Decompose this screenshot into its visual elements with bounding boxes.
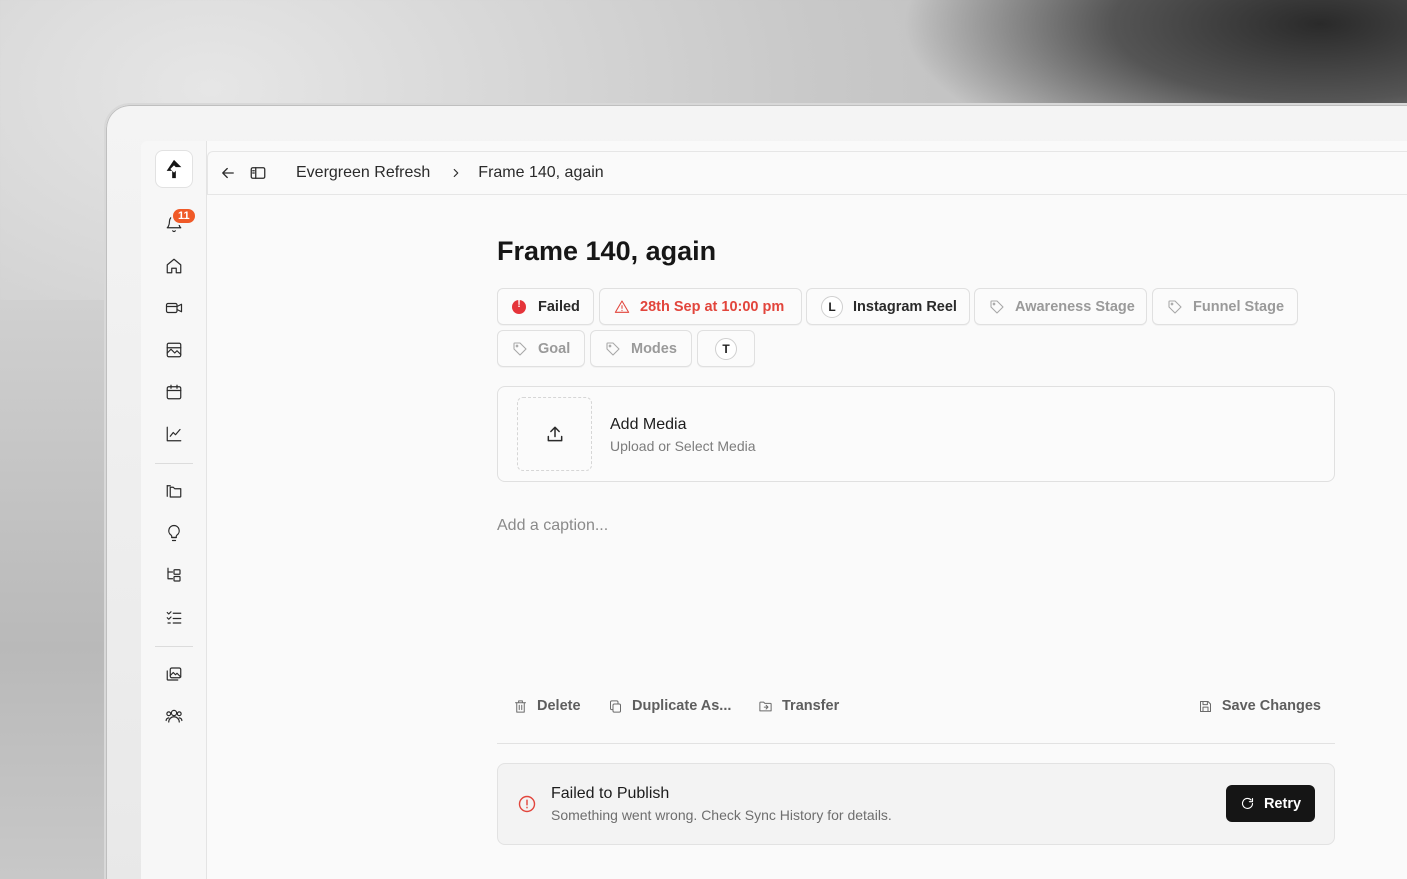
retry-button[interactable]: Retry xyxy=(1226,785,1315,822)
sidebar-toggle-icon xyxy=(250,167,266,179)
funnel-label: Funnel Stage xyxy=(1193,298,1285,315)
logo-icon xyxy=(166,159,182,179)
media-subtitle: Upload or Select Media xyxy=(610,438,756,454)
tag-icon xyxy=(606,341,620,356)
channel-avatar: L xyxy=(821,295,843,318)
sidebar-item-calendar[interactable] xyxy=(160,378,188,406)
sidebar-item-tasks[interactable] xyxy=(160,603,188,631)
error-circle-icon xyxy=(518,795,536,813)
hierarchy-icon xyxy=(167,567,181,582)
awareness-chip[interactable]: Awareness Stage xyxy=(974,288,1147,325)
chevron-right-icon xyxy=(453,168,459,178)
assignee-avatar: T xyxy=(715,337,737,360)
schedule-label: 28th Sep at 10:00 pm xyxy=(640,298,785,315)
upload-dropzone[interactable] xyxy=(517,397,592,471)
divider xyxy=(497,743,1335,744)
warning-icon xyxy=(614,299,630,313)
breadcrumb: Evergreen Refresh Frame 140, again xyxy=(296,164,604,182)
refresh-icon xyxy=(1241,797,1254,809)
caption-input[interactable] xyxy=(497,517,1335,657)
save-icon xyxy=(1199,700,1211,712)
tag-icon xyxy=(990,299,1004,314)
transfer-button[interactable]: Transfer xyxy=(758,691,839,721)
save-label: Save Changes xyxy=(1221,698,1321,714)
top-bar: Evergreen Refresh Frame 140, again xyxy=(207,151,1407,195)
app-window: 11 Evergreen Refresh Frame 140, again Fr… xyxy=(141,141,1407,879)
notification-badge: 11 xyxy=(171,207,197,225)
sidebar-item-analytics[interactable] xyxy=(160,420,188,448)
goal-chip[interactable]: Goal xyxy=(497,330,585,367)
goal-label: Goal xyxy=(538,340,571,357)
sidebar-item-home[interactable] xyxy=(160,252,188,280)
post-actions: Delete Duplicate As... Transfer Save Cha… xyxy=(497,691,1335,721)
app-logo[interactable] xyxy=(155,150,193,188)
sidebar-item-folders[interactable] xyxy=(160,477,188,505)
awareness-label: Awareness Stage xyxy=(1015,298,1135,315)
add-media-card[interactable]: Add Media Upload or Select Media xyxy=(497,386,1335,482)
checklist-icon xyxy=(166,611,182,624)
home-icon xyxy=(166,258,182,274)
breadcrumb-current: Frame 140, again xyxy=(478,164,604,181)
sidebar-item-gallery[interactable] xyxy=(160,660,188,688)
back-button[interactable] xyxy=(217,162,239,184)
duplicate-button[interactable]: Duplicate As... xyxy=(608,691,731,721)
retry-label: Retry xyxy=(1263,795,1302,812)
folders-icon xyxy=(166,485,182,498)
status-chip[interactable]: Failed xyxy=(497,288,594,325)
schedule-chip[interactable]: 28th Sep at 10:00 pm xyxy=(599,288,802,325)
publish-error-alert: Failed to Publish Something went wrong. … xyxy=(497,763,1335,845)
arrow-left-icon xyxy=(222,167,234,179)
sidebar: 11 xyxy=(141,141,207,879)
video-icon xyxy=(165,302,183,314)
sidebar-item-images[interactable] xyxy=(160,336,188,364)
media-title: Add Media xyxy=(610,416,687,433)
status-label: Failed xyxy=(538,298,580,315)
sidebar-item-structure[interactable] xyxy=(160,561,188,589)
calendar-icon xyxy=(166,384,182,400)
lightbulb-icon xyxy=(168,524,180,542)
sidebar-divider xyxy=(155,463,193,464)
duplicate-label: Duplicate As... xyxy=(632,698,732,714)
upload-icon xyxy=(547,426,562,442)
funnel-chip[interactable]: Funnel Stage xyxy=(1152,288,1298,325)
save-changes-button[interactable]: Save Changes xyxy=(1198,691,1321,721)
sidebar-item-ideas[interactable] xyxy=(160,519,188,547)
modes-label: Modes xyxy=(631,340,677,357)
channel-label: Instagram Reel xyxy=(853,298,957,315)
tag-icon xyxy=(513,341,527,356)
sidebar-divider xyxy=(155,646,193,647)
page-title: Frame 140, again xyxy=(497,236,717,266)
main-panel: Evergreen Refresh Frame 140, again Frame… xyxy=(207,141,1407,879)
assignee-chip[interactable]: T xyxy=(697,330,755,367)
folder-arrow-icon xyxy=(759,701,772,711)
transfer-label: Transfer xyxy=(782,698,840,714)
alert-icon xyxy=(517,794,537,814)
modes-chip[interactable]: Modes xyxy=(590,330,692,367)
alert-message: Something went wrong. Check Sync History… xyxy=(551,807,892,823)
trash-icon xyxy=(515,699,526,713)
breadcrumb-parent[interactable]: Evergreen Refresh xyxy=(296,164,430,182)
tag-icon xyxy=(1168,299,1182,314)
delete-button[interactable]: Delete xyxy=(513,691,581,721)
chart-icon xyxy=(166,426,182,442)
users-icon xyxy=(165,709,183,723)
toggle-sidebar-button[interactable] xyxy=(247,162,269,184)
gallery-icon xyxy=(166,667,182,681)
delete-label: Delete xyxy=(537,698,581,714)
channel-chip[interactable]: L Instagram Reel xyxy=(806,288,970,325)
alert-title: Failed to Publish xyxy=(551,785,670,802)
error-icon xyxy=(512,299,526,314)
sidebar-item-video[interactable] xyxy=(160,294,188,322)
copy-icon xyxy=(610,699,621,713)
image-icon xyxy=(166,342,182,358)
sidebar-item-team[interactable] xyxy=(160,702,188,730)
